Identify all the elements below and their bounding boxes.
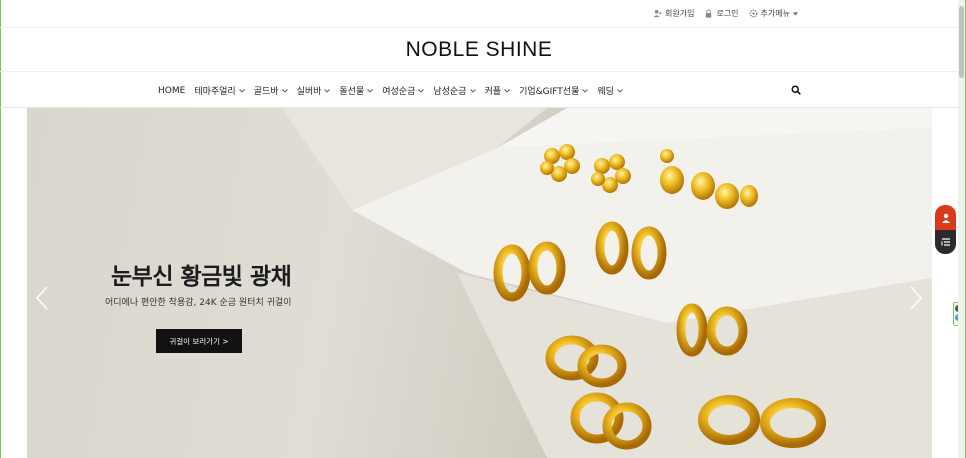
hero-banner: 눈부신 황금빛 광채 어디에나 편안한 착용감, 24K 순금 원터치 귀걸이 …: [27, 108, 932, 458]
nav-item-home[interactable]: HOME: [158, 84, 185, 97]
chevron-down-icon: [582, 88, 589, 93]
hero-subtitle: 어디에나 편안한 착용감, 24K 순금 원터치 귀걸이: [105, 298, 292, 308]
nav-item-corporate-gift[interactable]: 기업&GIFT선물: [519, 84, 589, 97]
gear-icon: [749, 9, 758, 18]
nav-item-men-gold[interactable]: 남성순금: [433, 84, 476, 97]
main-nav: HOME 테마주얼리 골드바 실버바 돌선물 여성순금 남성순금 커플 기업&G…: [0, 72, 958, 108]
list-icon: [941, 238, 950, 246]
nav-item-label: HOME: [158, 85, 186, 96]
scrollbar-thumb[interactable]: [959, 6, 964, 78]
slider-next-arrow-icon[interactable]: [909, 286, 923, 310]
nav-item-label: 테마주얼리: [194, 87, 236, 97]
side-menu-button[interactable]: [935, 230, 956, 254]
logo-row: NOBLE SHINE: [0, 28, 958, 72]
utility-links: 회원가입 로그인 추가메뉴: [653, 8, 798, 19]
user-icon: [941, 213, 950, 223]
nav-item-label: 기업&GIFT선물: [519, 87, 580, 97]
site-logo[interactable]: NOBLE SHINE: [406, 38, 553, 61]
nav-item-label: 커플: [484, 87, 502, 97]
nav-item-label: 웨딩: [597, 87, 614, 97]
nav-item-women-gold[interactable]: 여성순금: [382, 84, 425, 97]
page-scrollbar[interactable]: [958, 0, 965, 458]
chevron-down-icon: [281, 88, 288, 93]
login-link[interactable]: 로그인: [704, 8, 739, 19]
search-icon[interactable]: [791, 85, 801, 95]
chevron-down-icon: [504, 88, 510, 93]
nav-item-label: 돌선물: [339, 87, 365, 97]
hero-title: 눈부신 황금빛 광채: [111, 264, 292, 290]
chevron-down-icon: [367, 88, 374, 93]
lock-icon: [706, 9, 712, 18]
signup-link[interactable]: 회원가입: [653, 8, 694, 19]
nav-item-first-birthday-gift[interactable]: 돌선물: [339, 84, 374, 97]
nav-item-label: 남성순금: [433, 87, 467, 97]
user-plus-icon: [653, 9, 662, 18]
nav-item-theme-jewelry[interactable]: 테마주얼리: [194, 84, 245, 97]
chevron-down-icon: [238, 88, 245, 93]
nav-item-gold-bar[interactable]: 골드바: [254, 84, 288, 97]
nav-item-couple[interactable]: 커플: [485, 84, 511, 97]
chevron-down-icon: [324, 88, 331, 93]
caret-down-icon: [793, 11, 798, 16]
side-user-button[interactable]: [935, 205, 956, 230]
chevron-down-icon: [469, 88, 476, 93]
nav-item-label: 실버바: [296, 87, 322, 97]
utility-bar: 회원가입 로그인 추가메뉴: [0, 0, 958, 28]
login-label: 로그인: [716, 9, 739, 18]
nav-item-label: 여성순금: [382, 87, 416, 97]
nav-item-label: 골드바: [253, 87, 279, 97]
more-menu-label: 추가메뉴: [760, 9, 790, 18]
view-earrings-button[interactable]: 귀걸이 보러가기 >: [156, 329, 242, 353]
chevron-down-icon: [418, 88, 425, 93]
signup-label: 회원가입: [665, 9, 695, 18]
nav-menu: HOME 테마주얼리 골드바 실버바 돌선물 여성순금 남성순금 커플 기업&G…: [158, 84, 623, 97]
slider-prev-arrow-icon[interactable]: [35, 286, 49, 310]
nav-item-silver-bar[interactable]: 실버바: [297, 84, 331, 97]
more-menu-link[interactable]: 추가메뉴: [749, 8, 798, 19]
nav-item-wedding[interactable]: 웨딩: [597, 84, 623, 97]
chevron-down-icon: [617, 88, 623, 93]
